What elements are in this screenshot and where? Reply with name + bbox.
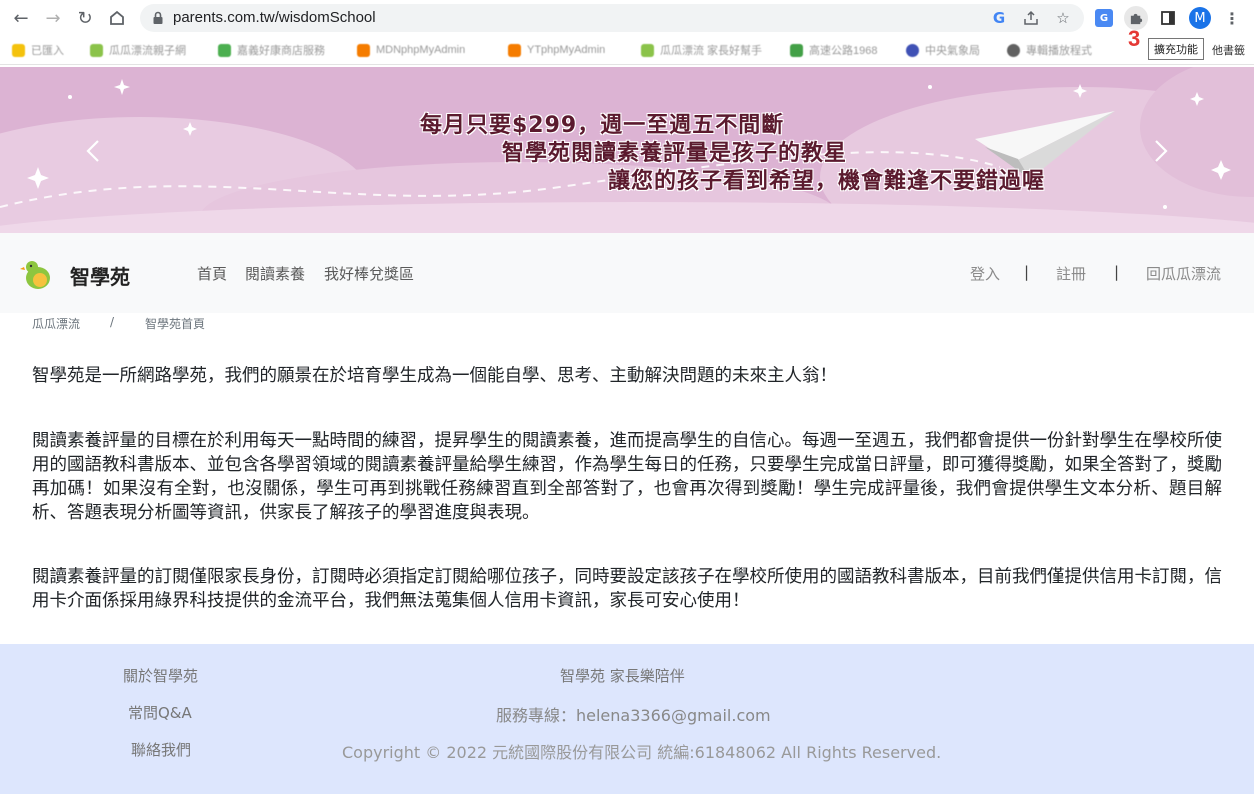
share-icon[interactable] — [1022, 9, 1040, 27]
annotation-number: 3 — [1128, 26, 1141, 51]
footer-contact-link[interactable]: 聯絡我們 — [131, 739, 191, 760]
breadcrumb-separator: / — [110, 315, 115, 329]
translate-extension-icon[interactable]: G — [1092, 6, 1116, 30]
side-panel-icon[interactable] — [1156, 6, 1180, 30]
favicon-icon — [357, 43, 370, 57]
bookmark-item[interactable]: 高速公路1968 — [790, 42, 877, 58]
breadcrumb-home[interactable]: 瓜瓜漂流 — [32, 315, 80, 332]
star-bookmark-icon[interactable]: ☆ — [1054, 9, 1072, 27]
login-link[interactable]: 登入 — [970, 263, 1000, 284]
footer-faq-link[interactable]: 常問Q&A — [128, 702, 192, 723]
address-bar[interactable]: parents.com.tw/wisdomSchool G ☆ — [140, 4, 1084, 32]
bookmark-label[interactable]: YTphpMyAdmin — [527, 44, 605, 56]
extensions-tooltip: 擴充功能 — [1148, 38, 1204, 60]
intro-paragraph: 智學苑是一所網路學苑，我們的願景在於培育學生成為一個能自學、思考、主動解決問題的… — [32, 366, 837, 386]
bookmarks-bar: 已匯入 瓜瓜漂流親子網 嘉義好康商店服務 MDNphpMyAdmin YTphp… — [0, 36, 1254, 65]
favicon-icon — [508, 43, 521, 57]
assessment-paragraph: 閱讀素養評量的目標在於利用每天一點時間的練習，提昇學生的閱讀素養，進而提高學生的… — [32, 431, 1222, 523]
bookmark-label[interactable]: 瓜瓜漂流親子網 — [109, 42, 186, 58]
bookmark-label[interactable]: 已匯入 — [31, 42, 64, 58]
banner-line-3: 讓您的孩子看到希望，機會難逢不要錯過喔 — [608, 169, 1046, 194]
carousel-next-button[interactable] — [1142, 127, 1178, 177]
other-bookmarks-label[interactable]: 他書籤 — [1212, 42, 1245, 58]
footer-about-link[interactable]: 關於智學苑 — [123, 665, 198, 686]
breadcrumb-current: 智學苑首頁 — [145, 317, 206, 331]
google-translate-icon[interactable]: G — [990, 9, 1008, 27]
footer-copyright: Copyright © 2022 元統國際股份有限公司 統編:61848062 … — [342, 743, 942, 762]
profile-initial[interactable]: M — [1189, 7, 1211, 29]
nav-reading-literacy[interactable]: 閱讀素養 — [245, 263, 305, 284]
brand-name[interactable]: 智學苑 — [70, 261, 130, 290]
bookmark-item[interactable]: 瓜瓜漂流 家長好幫手 — [641, 42, 762, 58]
nav-separator: | — [1024, 263, 1030, 281]
site-footer: 關於智學苑 常問Q&A 聯絡我們 智學苑 家長樂陪伴 服務專線：helena33… — [0, 644, 1254, 794]
bookmark-item[interactable]: 專輯播放程式 — [1007, 42, 1092, 58]
forward-arrow-icon[interactable]: → — [41, 6, 65, 30]
site-navbar: 智學苑 首頁 閱讀素養 我好棒兌獎區 登入 | 註冊 | 回瓜瓜漂流 — [0, 233, 1254, 313]
bookmark-item[interactable]: 已匯入 — [12, 42, 64, 58]
subscription-paragraph: 閱讀素養評量的訂閱僅限家長身份，訂閱時必須指定訂閱給哪位孩子，同時要設定該孩子在… — [32, 567, 1222, 611]
duck-logo-icon[interactable] — [20, 257, 58, 291]
bookmark-label[interactable]: 嘉義好康商店服務 — [237, 42, 325, 58]
reload-icon[interactable]: ↻ — [73, 6, 97, 30]
favicon-icon — [641, 43, 654, 57]
home-icon[interactable] — [105, 6, 129, 30]
favicon-icon — [790, 43, 803, 57]
url-text[interactable]: parents.com.tw/wisdomSchool — [173, 9, 376, 26]
folder-icon — [12, 43, 25, 57]
nav-home[interactable]: 首頁 — [197, 263, 227, 284]
nav-separator: | — [1114, 263, 1120, 281]
nav-rewards[interactable]: 我好棒兌獎區 — [324, 263, 414, 284]
carousel-prev-button[interactable] — [78, 127, 114, 177]
bookmark-label[interactable]: MDNphpMyAdmin — [376, 44, 465, 56]
bookmark-label[interactable]: 專輯播放程式 — [1026, 42, 1092, 58]
bookmark-item[interactable]: 嘉義好康商店服務 — [218, 42, 325, 58]
favicon-icon — [218, 43, 231, 57]
footer-slogan: 智學苑 家長樂陪伴 — [560, 667, 685, 685]
brand-logo[interactable] — [20, 257, 58, 295]
bookmark-label[interactable]: 高速公路1968 — [809, 42, 877, 58]
favicon-icon — [90, 43, 103, 57]
bookmark-item[interactable]: YTphpMyAdmin — [508, 42, 605, 58]
other-bookmarks[interactable]: 他書籤 — [1212, 42, 1245, 58]
bookmark-label[interactable]: 中央氣象局 — [925, 42, 980, 58]
lock-icon[interactable] — [150, 10, 166, 26]
register-link[interactable]: 註冊 — [1056, 263, 1086, 284]
back-arrow-icon[interactable]: ← — [9, 6, 33, 30]
promo-banner-carousel[interactable]: 每月只要$299，週一至週五不間斷 智學苑閱讀素養評量是孩子的教星 讓您的孩子看… — [0, 67, 1254, 233]
bookmark-item[interactable]: 中央氣象局 — [906, 42, 980, 58]
globe-icon — [1007, 43, 1020, 57]
kebab-menu-icon[interactable]: ⋮ — [1220, 6, 1244, 30]
bookmark-item[interactable]: 瓜瓜漂流親子網 — [90, 42, 186, 58]
footer-service-email: 服務專線：helena3366@gmail.com — [496, 706, 771, 725]
favicon-icon — [906, 43, 919, 57]
browser-toolbar: ← → ↻ parents.com.tw/wisdomSchool G ☆ G … — [0, 0, 1254, 36]
profile-avatar[interactable]: M — [1188, 6, 1212, 30]
bookmark-label[interactable]: 瓜瓜漂流 家長好幫手 — [660, 42, 762, 58]
bookmark-item[interactable]: MDNphpMyAdmin — [357, 42, 465, 58]
back-to-guagua-link[interactable]: 回瓜瓜漂流 — [1146, 263, 1221, 284]
